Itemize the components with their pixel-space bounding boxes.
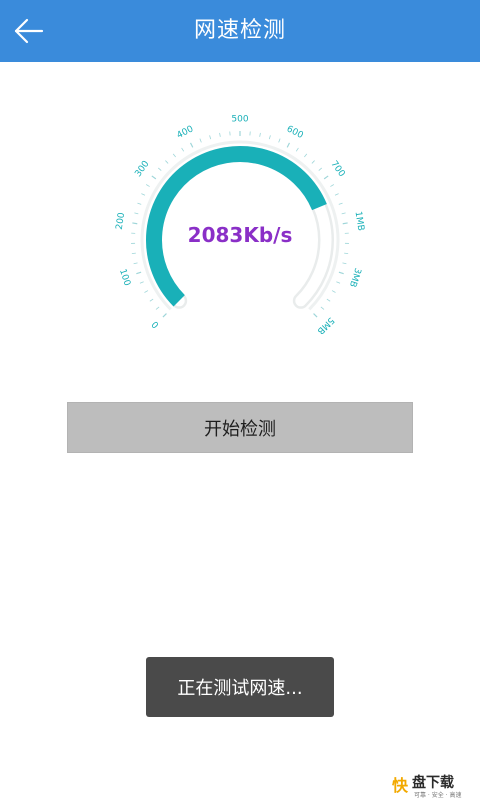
watermark-brand: 盘下载 [412,775,454,791]
gauge-tick [295,147,299,152]
gauge-tick [144,290,149,293]
speed-value: 2083Kb/s [187,223,293,247]
page-title: 网速检测 [193,18,286,43]
gauge-tick [330,184,335,187]
toast-message: 正在测试网速... [146,657,334,717]
gauge-tick [320,306,325,310]
gauge-tick [165,160,169,164]
gauge-tick [278,138,281,143]
gauge-tick-label: 400 [175,124,195,141]
gauge-tick [338,202,343,205]
speed-gauge: 0 100 200 300 400 500 600 700 1MB 3MB 5MB 2083Kb/s [110,110,370,370]
gauge-tick [341,212,346,215]
gauge-tick [318,167,323,171]
gauge-tick [141,193,146,196]
gauge-tick [137,202,142,205]
gauge-tick [136,271,142,275]
gauge-tick [311,160,315,164]
gauge-tick-label: 5MB [315,315,336,336]
start-test-button[interactable]: 开始检测 [67,402,413,453]
gauge-tick [323,175,329,180]
gauge-tick [199,138,202,143]
gauge-tick [342,262,347,265]
gauge-tick [313,313,318,318]
gauge-tick [331,290,336,293]
gauge-tick [157,167,162,171]
gauge-tick [344,252,349,255]
gauge-tick-label: 300 [133,159,151,179]
gauge-tick [149,298,154,302]
gauge-tick-label: 100 [117,268,132,288]
gauge-tick-label: 700 [328,159,346,179]
gauge-tick [181,147,185,152]
gauge-tick [304,153,308,158]
gauge-tick [139,281,144,284]
gauge-tick [209,135,212,140]
gauge-tick [162,313,167,318]
gauge-tick [326,298,331,302]
gauge-tick [133,262,138,265]
gauge-tick-label: 500 [231,115,248,125]
gauge-tick-label: 0 [149,320,160,331]
gauge-tick [189,142,194,148]
gauge-tick [155,306,160,310]
gauge-tick-label: 3MB [347,266,363,288]
gauge-tick [286,142,291,148]
gauge-tick [172,153,176,158]
watermark-tagline: 可靠 · 安全 · 高速 [414,792,462,799]
gauge-tick [336,281,341,284]
gauge-tick-label: 600 [285,124,305,141]
gauge-tick [338,271,344,275]
gauge-tick [145,184,150,187]
gauge-tick [219,132,221,137]
watermark-logo: 快 [392,776,409,795]
gauge-tick [131,252,136,255]
watermark: 快 盘下载 可靠 · 安全 · 高速 [392,772,480,800]
gauge-tick [268,135,271,140]
gauge-tick [151,175,157,180]
app-bar: 网速检测 [0,0,480,62]
gauge-tick [134,212,139,215]
gauge-tick [259,132,261,137]
gauge-tick [334,193,339,196]
